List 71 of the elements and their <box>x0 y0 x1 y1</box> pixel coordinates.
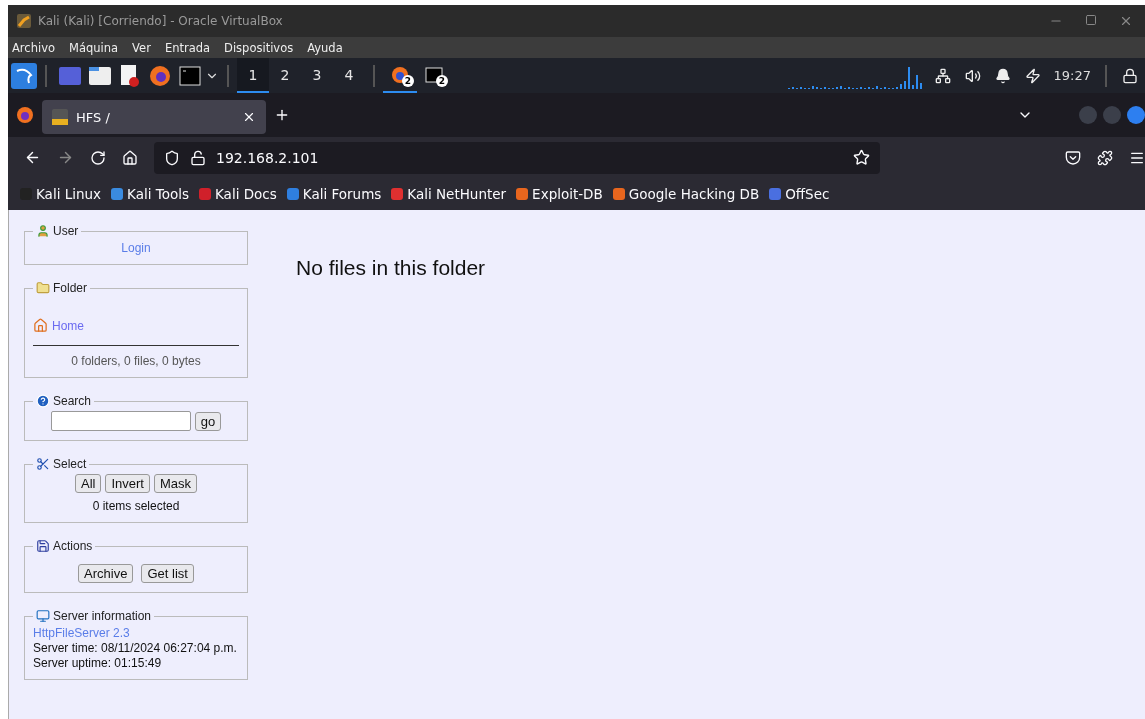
scissors-icon <box>36 457 50 471</box>
pocket-icon[interactable] <box>1065 149 1081 166</box>
bookmark[interactable]: Kali Docs <box>199 186 277 202</box>
bookmark[interactable]: Kali Forums <box>286 186 382 202</box>
bookmark[interactable]: Google Hacking DB <box>612 186 760 202</box>
bookmark[interactable]: Kali Linux <box>20 186 102 202</box>
search-field[interactable] <box>50 411 191 431</box>
clock[interactable]: 19:27 <box>1053 68 1091 83</box>
panel-legend: Folder <box>53 281 87 295</box>
go-button[interactable]: go <box>194 411 222 431</box>
shield-icon <box>164 149 180 166</box>
menu-item[interactable]: Archivo <box>12 40 55 55</box>
selection-count: 0 items selected <box>92 499 180 513</box>
unlocked-icon <box>190 149 206 166</box>
star-icon[interactable] <box>853 149 870 166</box>
folder-icon <box>36 281 50 295</box>
panel-legend: Search <box>53 394 92 408</box>
extensions-icon[interactable] <box>1097 149 1113 166</box>
user-icon <box>36 224 50 238</box>
house-icon <box>33 318 48 333</box>
select-button[interactable]: Invert <box>105 474 150 493</box>
back-icon[interactable] <box>24 149 41 166</box>
bookmark[interactable]: Exploit-DB <box>516 186 603 202</box>
forward-icon[interactable] <box>57 149 74 166</box>
action-button[interactable]: Get list <box>141 564 194 583</box>
panel-legend: Select <box>53 457 87 471</box>
count-badge: 2 <box>402 75 414 87</box>
computer-icon <box>36 609 50 623</box>
close-icon[interactable] <box>1119 14 1133 28</box>
task-button[interactable]: 2 <box>417 58 451 93</box>
window-title: Kali (Kali) [Corriendo] - Oracle VirtualBox <box>38 14 284 28</box>
new-tab-icon[interactable] <box>274 107 290 123</box>
menu-item[interactable]: Entrada <box>164 40 211 55</box>
panel-legend: Actions <box>53 539 93 553</box>
close-tab-icon[interactable] <box>242 110 256 124</box>
window-control-icon[interactable] <box>1127 106 1145 124</box>
select-button[interactable]: Mask <box>153 474 197 493</box>
lock-icon[interactable] <box>1122 67 1138 84</box>
folder-summary: 0 folders, 0 files, 0 bytes <box>71 354 201 368</box>
terminal-icon <box>425 66 443 83</box>
home-icon[interactable] <box>122 149 138 166</box>
browser-tab[interactable]: HFS / <box>42 100 266 134</box>
workspace-button[interactable]: 4 <box>333 58 365 93</box>
bookmark[interactable]: OffSec <box>769 186 830 202</box>
menu-item[interactable]: Dispositivos <box>224 40 294 55</box>
home-link[interactable]: Home <box>52 318 84 333</box>
server-info-text: Server uptime: 01:15:49 <box>33 656 162 670</box>
workspace-button[interactable]: 3 <box>301 58 333 93</box>
bookmark[interactable]: Kali Tools <box>111 186 189 202</box>
bell-icon[interactable] <box>994 67 1011 84</box>
action-button[interactable]: Archive <box>78 564 134 583</box>
network-icon[interactable] <box>934 67 951 84</box>
count-badge: 2 <box>436 75 448 87</box>
address-field[interactable]: 192.168.2.101 <box>154 141 880 174</box>
workspace-button[interactable]: 1 <box>237 58 269 93</box>
workspace-button[interactable]: 2 <box>269 58 301 93</box>
select-button[interactable]: All <box>75 474 102 493</box>
bookmark[interactable]: Kali NetHunter <box>391 186 507 202</box>
help-icon <box>36 394 50 408</box>
menu-item[interactable]: Ver <box>132 40 151 55</box>
panel-legend: User <box>53 224 79 238</box>
power-icon[interactable] <box>1024 67 1041 84</box>
volume-icon[interactable] <box>964 67 981 84</box>
reload-icon[interactable] <box>90 149 106 166</box>
menu-item[interactable]: Máquina <box>69 40 119 55</box>
maximize-icon[interactable] <box>1085 14 1097 26</box>
panel-legend: Server information <box>53 609 152 623</box>
server-info-text: Server time: 08/11/2024 06:27:04 p.m. <box>33 641 237 655</box>
empty-folder-message: No files in this folder <box>296 256 486 281</box>
menu-item[interactable]: Ayuda <box>307 40 343 55</box>
save-icon <box>36 539 50 553</box>
